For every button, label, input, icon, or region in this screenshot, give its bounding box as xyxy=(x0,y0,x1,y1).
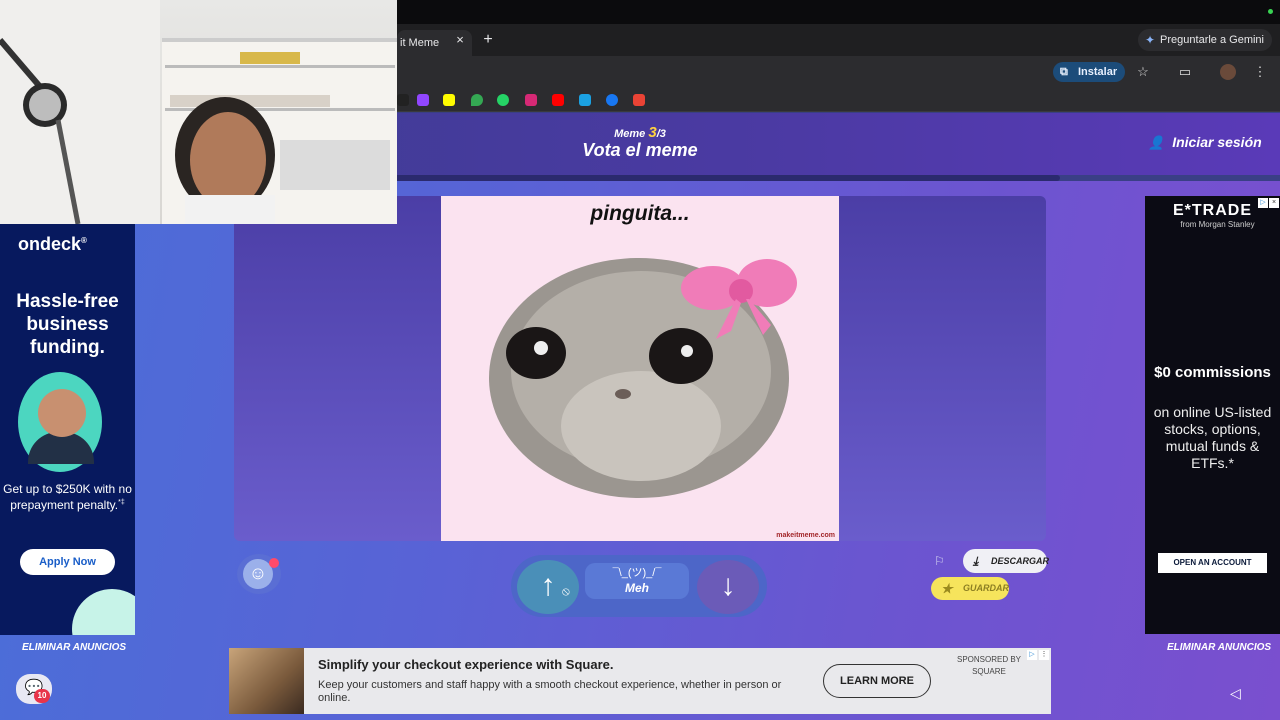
learn-more-button[interactable]: LEARN MORE xyxy=(823,664,931,698)
gemini-button[interactable]: ✦ Preguntarle a Gemini xyxy=(1138,29,1272,51)
meh-button[interactable]: ¯\_(ツ)_/¯ Meh xyxy=(585,563,689,599)
ondeck-brand-mark: ® xyxy=(81,236,87,245)
youtube-icon[interactable] xyxy=(552,94,564,106)
download-label: DESCARGAR xyxy=(991,556,1050,566)
remove-ads-left-link[interactable]: ELIMINAR ANUNCIOS xyxy=(22,642,126,653)
meme-counter-index: 3 xyxy=(648,124,657,141)
gemini-icon: ✦ xyxy=(1145,33,1156,47)
recording-indicator xyxy=(1268,9,1273,14)
save-label: GUARDAR xyxy=(963,583,1009,593)
apply-now-button[interactable]: Apply Now xyxy=(20,549,115,575)
meme-watermark: makeitmeme.com xyxy=(776,532,835,539)
ad-right-body: on online US-listed stocks, options, mut… xyxy=(1153,404,1272,471)
star-icon: ★ xyxy=(941,581,953,596)
ad-right-headline: $0 commissions xyxy=(1154,364,1271,381)
meme-counter-total: /3 xyxy=(656,128,666,140)
remove-ads-right-link[interactable]: ELIMINAR ANUNCIOS xyxy=(1167,642,1271,653)
hamster-illustration xyxy=(489,258,797,498)
ad-left-person-head xyxy=(38,389,86,437)
tab-bar: it Meme × + ✦ Preguntarle a Gemini xyxy=(397,24,1280,56)
meme-counter: Meme 3/3 xyxy=(590,124,690,141)
profile-avatar[interactable] xyxy=(1220,64,1236,80)
browser-toolbar: ⧉ Instalar ☆ ▭ ⋮ xyxy=(397,56,1280,88)
sponsor-line-2: SQUARE xyxy=(972,667,1006,676)
facebook-icon[interactable] xyxy=(606,94,618,106)
meme-counter-label: Meme xyxy=(614,128,646,140)
meme-image: pinguita... makeitmeme.com xyxy=(441,196,839,541)
ad-left-headline: Hassle-free business funding. xyxy=(16,291,119,358)
login-button[interactable]: 👤 Iniciar sesión xyxy=(1148,134,1262,151)
download-button[interactable]: ⤓ DESCARGAR xyxy=(963,549,1050,573)
bookmarks-bar xyxy=(397,88,1280,112)
ad-bottom-adchoices-icon[interactable]: ▷ xyxy=(1027,650,1037,660)
login-label: Iniciar sesión xyxy=(1172,134,1262,150)
tab-search-icon[interactable]: ▭ xyxy=(1175,62,1195,82)
ad-left-body: Get up to $250K with no prepayment penal… xyxy=(0,482,135,512)
etrade-logo: E*TRADE xyxy=(1172,202,1252,219)
twitch-icon[interactable] xyxy=(417,94,429,106)
ad-bottom-title: Simplify your checkout experience with S… xyxy=(318,657,614,672)
mouse-cursor-icon: ⦸ xyxy=(562,584,570,598)
gemini-label: Preguntarle a Gemini xyxy=(1160,34,1264,46)
save-button[interactable]: ★ GUARDAR xyxy=(931,577,1009,600)
etrade-subbrand: from Morgan Stanley xyxy=(1180,220,1255,229)
install-label: Instalar xyxy=(1078,66,1118,78)
shrug-face: ¯\_(ツ)_/¯ xyxy=(612,567,662,579)
ad-bottom-square[interactable]: Simplify your checkout experience with S… xyxy=(229,648,1051,714)
ad-bottom-sponsor: SPONSORED BY SQUARE xyxy=(949,654,1029,678)
mute-speaker-icon[interactable]: ◁ xyxy=(1230,685,1241,702)
ad-bottom-close-icon[interactable]: ⋮ xyxy=(1039,650,1049,660)
user-icon: 👤 xyxy=(1148,135,1165,150)
meh-label: Meh xyxy=(625,581,649,595)
ad-left-ondeck[interactable]: ondeck® Hassle-free business funding. Ge… xyxy=(0,224,135,635)
tab-title: it Meme xyxy=(400,37,440,49)
ondeck-brand: ondeck xyxy=(18,234,82,254)
ad-bottom-image xyxy=(229,648,304,714)
downvote-button[interactable]: ↓ xyxy=(697,560,759,614)
install-button[interactable]: ⧉ Instalar xyxy=(1053,62,1125,82)
ad-left-body-mark: *‡ xyxy=(118,499,125,506)
emoji-reaction-button[interactable]: ☺ xyxy=(237,554,281,594)
new-tab-icon[interactable]: + xyxy=(479,30,497,50)
page-title: Vota el meme xyxy=(582,140,698,160)
whatsapp-icon[interactable] xyxy=(497,94,509,106)
maps-icon[interactable] xyxy=(471,94,483,106)
ad-right-etrade[interactable]: ▷ × E*TRADE from Morgan Stanley $0 commi… xyxy=(1145,196,1280,634)
menu-dots-icon[interactable]: ⋮ xyxy=(1250,62,1270,82)
bookmark-icon[interactable] xyxy=(397,94,409,106)
snapchat-icon[interactable] xyxy=(443,94,455,106)
bookmark-star-icon[interactable]: ☆ xyxy=(1133,62,1153,82)
tab-close-icon[interactable]: × xyxy=(451,30,469,50)
install-icon: ⧉ xyxy=(1060,66,1068,78)
webcam-overlay xyxy=(0,0,397,224)
instagram-icon[interactable] xyxy=(525,94,537,106)
ad-left-decoration xyxy=(72,589,135,635)
ad-left-body-text: Get up to $250K with no prepayment penal… xyxy=(3,482,132,512)
ondeck-logo: ondeck® xyxy=(18,234,87,255)
gmail-icon[interactable] xyxy=(633,94,645,106)
webcam-scene xyxy=(0,0,397,224)
bookmark-g-icon[interactable] xyxy=(579,94,591,106)
notification-dot xyxy=(269,558,279,568)
report-flag-icon[interactable]: ⚐ xyxy=(934,554,945,568)
chat-badge: 10 xyxy=(34,689,50,703)
download-icon: ⤓ xyxy=(973,554,979,568)
ad-bottom-description: Keep your customers and staff happy with… xyxy=(318,679,782,704)
header-divider xyxy=(380,175,1060,181)
sponsor-line-1: SPONSORED BY xyxy=(956,655,1021,664)
open-account-button[interactable]: OPEN AN ACCOUNT xyxy=(1158,553,1267,573)
